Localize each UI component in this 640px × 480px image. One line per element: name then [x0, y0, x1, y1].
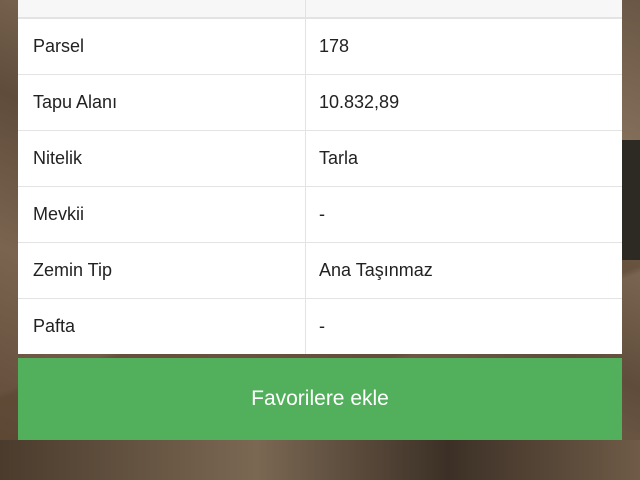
table-row-tapu-alani: Tapu Alanı 10.832,89	[18, 74, 622, 130]
table-row-partial	[18, 0, 622, 18]
row-label: Parsel	[18, 19, 306, 74]
row-value: 10.832,89	[319, 92, 400, 112]
table-row-parsel: Parsel 178	[18, 18, 622, 74]
table-row-mevkii: Mevkii -	[18, 186, 622, 242]
row-label: Nitelik	[18, 131, 306, 186]
add-to-favorites-button[interactable]: Favorilere ekle	[18, 358, 622, 440]
row-label: Mevkii	[18, 187, 306, 242]
table-row-zemin-tip: Zemin Tip Ana Taşınmaz	[18, 242, 622, 298]
row-value: Ana Taşınmaz	[319, 260, 433, 280]
table-cell-key	[18, 0, 306, 17]
row-value: -	[319, 316, 325, 336]
row-label: Pafta	[18, 299, 306, 354]
row-value: -	[319, 204, 325, 224]
row-value: Tarla	[319, 148, 359, 168]
parcel-info-table: Parsel 178 Tapu Alanı 10.832,89 Nitelik …	[18, 0, 622, 354]
table-row-nitelik: Nitelik Tarla	[18, 130, 622, 186]
row-value: 178	[319, 36, 350, 56]
table-cell-value	[306, 0, 622, 17]
table-row-pafta: Pafta -	[18, 298, 622, 354]
row-label: Zemin Tip	[18, 243, 306, 298]
row-label: Tapu Alanı	[18, 75, 306, 130]
